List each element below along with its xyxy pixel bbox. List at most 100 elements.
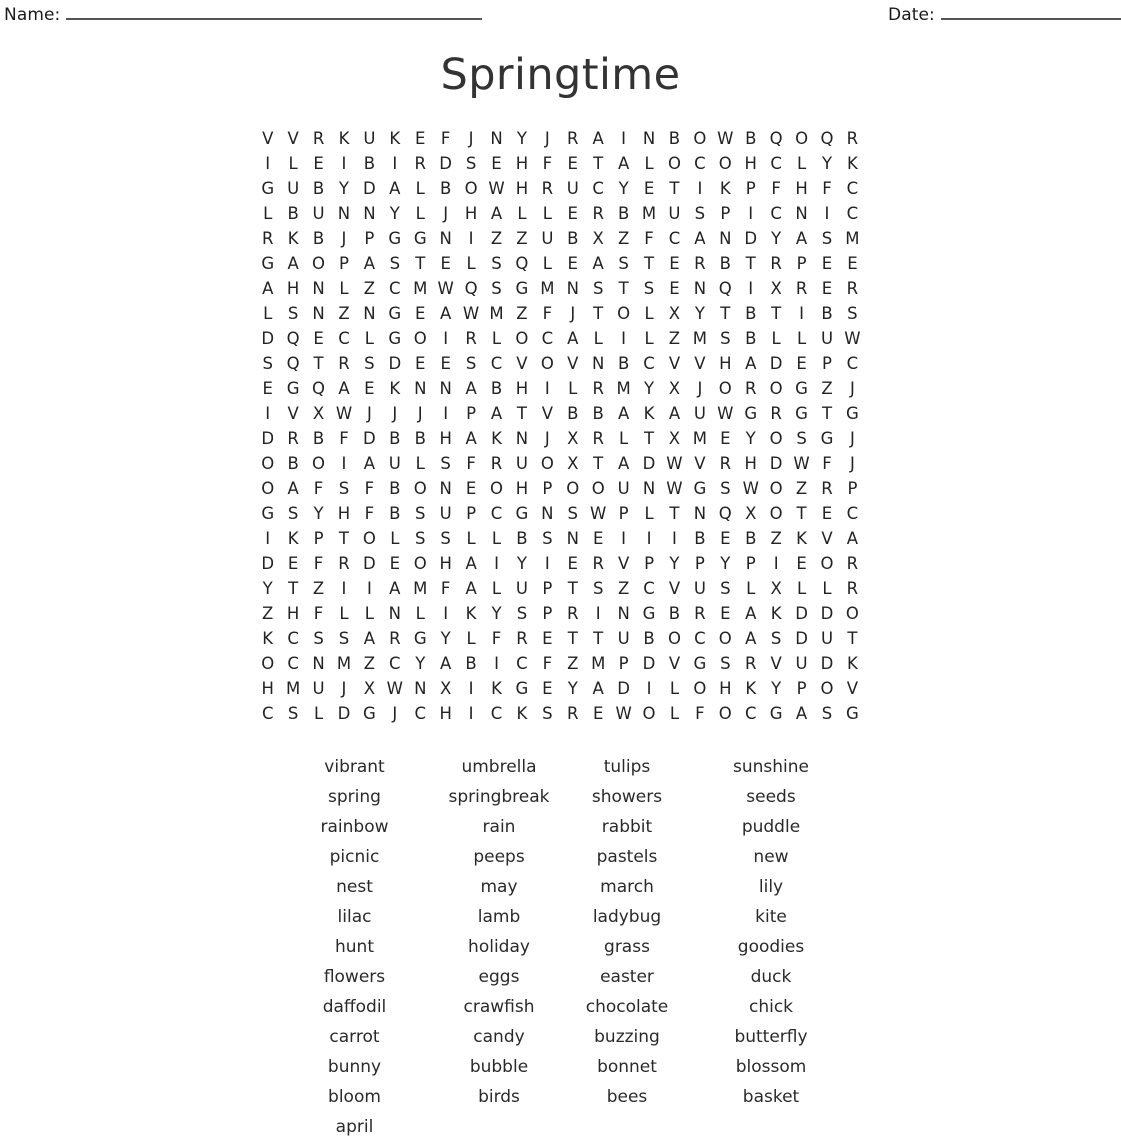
grid-cell[interactable]: O (814, 676, 839, 701)
grid-cell[interactable]: C (484, 701, 509, 726)
grid-cell[interactable]: H (738, 451, 763, 476)
grid-cell[interactable]: R (738, 376, 763, 401)
grid-cell[interactable]: X (585, 226, 610, 251)
grid-cell[interactable]: E (662, 276, 687, 301)
grid-cell[interactable]: C (687, 151, 712, 176)
grid-cell[interactable]: P (357, 226, 382, 251)
grid-cell[interactable]: O (763, 501, 788, 526)
grid-cell[interactable]: R (840, 276, 865, 301)
grid-cell[interactable]: P (535, 576, 560, 601)
grid-cell[interactable]: E (560, 551, 585, 576)
grid-cell[interactable]: I (433, 601, 458, 626)
grid-cell[interactable]: B (662, 601, 687, 626)
grid-cell[interactable]: O (585, 476, 610, 501)
grid-cell[interactable]: I (662, 526, 687, 551)
grid-cell[interactable]: O (763, 426, 788, 451)
word-list-item[interactable]: hunt (272, 932, 437, 962)
grid-cell[interactable]: S (433, 451, 458, 476)
grid-cell[interactable]: P (789, 251, 814, 276)
grid-cell[interactable]: G (255, 176, 280, 201)
grid-cell[interactable]: B (382, 501, 407, 526)
grid-cell[interactable]: R (814, 476, 839, 501)
grid-cell[interactable]: L (636, 326, 661, 351)
grid-cell[interactable]: B (280, 201, 305, 226)
grid-cell[interactable]: R (509, 626, 534, 651)
grid-cell[interactable]: F (357, 501, 382, 526)
grid-cell[interactable]: O (763, 476, 788, 501)
grid-cell[interactable]: L (306, 701, 331, 726)
grid-cell[interactable]: P (713, 201, 738, 226)
grid-cell[interactable]: I (763, 551, 788, 576)
grid-cell[interactable]: A (280, 476, 305, 501)
grid-cell[interactable]: R (306, 126, 331, 151)
grid-cell[interactable]: F (763, 176, 788, 201)
grid-cell[interactable]: S (763, 626, 788, 651)
grid-cell[interactable]: N (306, 276, 331, 301)
grid-cell[interactable]: K (763, 601, 788, 626)
grid-cell[interactable]: X (306, 401, 331, 426)
grid-cell[interactable]: C (331, 326, 356, 351)
grid-cell[interactable]: R (382, 626, 407, 651)
grid-cell[interactable]: C (535, 326, 560, 351)
grid-cell[interactable]: B (636, 626, 661, 651)
grid-cell[interactable]: T (662, 176, 687, 201)
grid-cell[interactable]: S (611, 251, 636, 276)
word-list-item[interactable]: eggs (437, 962, 561, 992)
grid-cell[interactable]: E (840, 251, 865, 276)
word-list-item[interactable]: ladybug (561, 902, 693, 932)
grid-cell[interactable]: E (535, 626, 560, 651)
grid-cell[interactable]: E (713, 601, 738, 626)
grid-cell[interactable]: O (306, 451, 331, 476)
grid-cell[interactable]: D (814, 651, 839, 676)
grid-cell[interactable]: Y (509, 126, 534, 151)
grid-cell[interactable]: Z (509, 226, 534, 251)
grid-cell[interactable]: D (763, 451, 788, 476)
grid-cell[interactable]: T (636, 426, 661, 451)
grid-cell[interactable]: O (713, 701, 738, 726)
grid-cell[interactable]: R (687, 251, 712, 276)
grid-cell[interactable]: M (408, 576, 433, 601)
word-list-item[interactable]: carrot (272, 1022, 437, 1052)
word-list-item[interactable]: rainbow (272, 812, 437, 842)
grid-cell[interactable]: E (484, 151, 509, 176)
grid-cell[interactable]: B (280, 451, 305, 476)
grid-cell[interactable]: S (458, 351, 483, 376)
grid-cell[interactable]: U (382, 451, 407, 476)
grid-cell[interactable]: Z (763, 526, 788, 551)
grid-cell[interactable]: N (382, 601, 407, 626)
grid-cell[interactable]: Y (433, 626, 458, 651)
grid-cell[interactable]: E (306, 326, 331, 351)
grid-cell[interactable]: O (484, 476, 509, 501)
grid-cell[interactable]: C (738, 701, 763, 726)
grid-cell[interactable]: A (458, 426, 483, 451)
grid-cell[interactable]: F (814, 451, 839, 476)
word-list-item[interactable]: buzzing (561, 1022, 693, 1052)
grid-cell[interactable]: W (713, 126, 738, 151)
grid-cell[interactable]: N (560, 526, 585, 551)
grid-cell[interactable]: C (840, 351, 865, 376)
grid-cell[interactable]: T (662, 501, 687, 526)
grid-cell[interactable]: F (458, 451, 483, 476)
grid-cell[interactable]: Y (611, 176, 636, 201)
grid-cell[interactable]: K (713, 176, 738, 201)
grid-cell[interactable]: M (840, 226, 865, 251)
grid-cell[interactable]: G (687, 476, 712, 501)
grid-cell[interactable]: N (687, 501, 712, 526)
grid-cell[interactable]: U (509, 576, 534, 601)
grid-cell[interactable]: K (331, 126, 356, 151)
grid-cell[interactable]: J (840, 451, 865, 476)
grid-cell[interactable]: H (280, 276, 305, 301)
grid-cell[interactable]: K (840, 651, 865, 676)
grid-cell[interactable]: F (814, 176, 839, 201)
grid-cell[interactable]: G (763, 701, 788, 726)
grid-cell[interactable]: S (433, 526, 458, 551)
grid-cell[interactable]: D (357, 176, 382, 201)
grid-cell[interactable]: P (535, 476, 560, 501)
grid-cell[interactable]: Z (357, 276, 382, 301)
grid-cell[interactable]: T (331, 526, 356, 551)
grid-cell[interactable]: K (840, 151, 865, 176)
grid-cell[interactable]: V (560, 351, 585, 376)
grid-cell[interactable]: K (458, 601, 483, 626)
grid-cell[interactable]: L (535, 201, 560, 226)
grid-cell[interactable]: Z (509, 301, 534, 326)
